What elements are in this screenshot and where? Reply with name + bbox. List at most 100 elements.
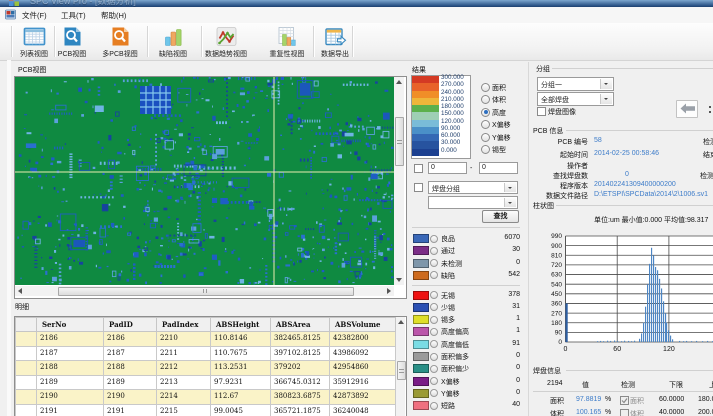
detail-table-row[interactable]: 21892189221397.9231366745.031235912916 xyxy=(16,375,396,390)
color-scale-label: 270.000 xyxy=(441,82,469,88)
detail-column-header[interactable]: ABSVolume xyxy=(330,318,396,332)
search-button[interactable]: 查找 xyxy=(482,210,519,223)
detail-vertical-scrollbar[interactable] xyxy=(396,317,405,416)
toolbar-button-5[interactable]: 数据趋势视图 xyxy=(196,25,256,59)
pcb-vertical-scrollbar[interactable] xyxy=(394,77,404,285)
histogram-title: 柱状图 xyxy=(533,201,554,211)
legend-swatch xyxy=(413,327,429,336)
scroll-right-arrow[interactable] xyxy=(387,288,391,294)
legend-separator xyxy=(412,285,520,286)
clipped-element-dot xyxy=(709,111,711,113)
scroll-up-arrow[interactable] xyxy=(396,80,402,84)
detail-cell: 36240048 xyxy=(330,404,396,416)
legend-radio[interactable] xyxy=(430,259,438,267)
legend-count: 0 xyxy=(480,259,520,266)
menu-tools[interactable]: 工具(T) xyxy=(61,10,86,21)
detail-cell: 112.67 xyxy=(211,390,271,405)
legend-swatch xyxy=(413,364,429,373)
svg-text:90: 90 xyxy=(555,330,563,337)
color-scale-band xyxy=(412,112,439,119)
scroll-thumb[interactable] xyxy=(395,117,404,166)
legend-radio[interactable] xyxy=(430,365,438,373)
pcb-horizontal-scrollbar[interactable] xyxy=(15,286,394,296)
legend-radio[interactable] xyxy=(430,247,438,255)
range-filter-checkbox[interactable] xyxy=(414,164,423,173)
svg-text:990: 990 xyxy=(551,233,562,240)
legend-label: 高度偏低 xyxy=(441,340,469,350)
range-from-input[interactable]: 0 xyxy=(428,162,467,174)
legend-radio[interactable] xyxy=(430,340,438,348)
svg-text:540: 540 xyxy=(551,281,562,288)
pad-group-checkbox[interactable] xyxy=(414,183,423,192)
detail-column-header[interactable]: ABSHeight xyxy=(211,318,271,332)
detail-table-row[interactable]: 219021902214112.67380823.687542873892 xyxy=(16,390,396,405)
scroll-down-arrow[interactable] xyxy=(396,278,402,282)
toolbar-separator xyxy=(54,26,56,57)
pcb-info-label: PCB 编号 xyxy=(480,137,588,147)
legend-count: 91 xyxy=(480,340,520,347)
detail-table-row[interactable]: 218721872211110.7675397102.812543986092 xyxy=(16,346,396,361)
result-radio-3[interactable] xyxy=(481,108,490,117)
pcb-info-title: PCB 信息 xyxy=(533,126,563,136)
result-radio-label: 体积 xyxy=(492,95,506,105)
prev-pcb-button[interactable] xyxy=(676,100,698,118)
histogram-line xyxy=(556,205,713,206)
detail-table-row[interactable]: 218821882212113.253137920242954860 xyxy=(16,361,396,376)
scroll-up-arrow[interactable] xyxy=(398,320,404,324)
pad-info-checkbox[interactable] xyxy=(620,396,629,405)
legend-radio[interactable] xyxy=(430,291,438,299)
pad-info-row-value: 100.165 xyxy=(576,409,601,416)
detail-column-header[interactable]: PadID xyxy=(104,318,157,332)
legend-radio[interactable] xyxy=(430,303,438,311)
pcb-info-value: 58 xyxy=(594,137,602,144)
clipped-element-dot xyxy=(709,106,711,108)
menu-file[interactable]: 文件(F) xyxy=(22,10,47,21)
detail-column-header[interactable]: ABSArea xyxy=(271,318,330,332)
legend-label: 高度偏高 xyxy=(441,327,469,337)
chevron-down-icon xyxy=(600,94,612,104)
legend-radio[interactable] xyxy=(430,328,438,336)
legend-radio[interactable] xyxy=(430,353,438,361)
pad-image-checkbox[interactable] xyxy=(537,107,546,116)
detail-cell: 2186 xyxy=(37,332,104,347)
legend-radio[interactable] xyxy=(430,377,438,385)
result-radio-4[interactable] xyxy=(481,120,490,129)
pcb-board-view[interactable] xyxy=(15,77,394,285)
toolbar-button-3[interactable]: 多PCB视图 xyxy=(90,25,150,59)
legend-radio[interactable] xyxy=(430,271,438,279)
detail-cell: 2214 xyxy=(157,390,211,405)
detail-cell: 380823.6875 xyxy=(271,390,330,405)
title-bar: SPC View Pro - [数据分析] xyxy=(0,0,713,7)
detail-column-header[interactable]: PadIndex xyxy=(157,318,211,332)
detail-table-row[interactable]: 21912191221599.0045365721.187536240048 xyxy=(16,404,396,416)
legend-radio[interactable] xyxy=(430,316,438,324)
scroll-thumb[interactable] xyxy=(397,361,406,380)
legend-radio[interactable] xyxy=(430,235,438,243)
legend-radio[interactable] xyxy=(430,402,438,410)
detail-cell: 365721.1875 xyxy=(271,404,330,416)
color-scale-band xyxy=(412,141,439,148)
legend-radio[interactable] xyxy=(430,389,438,397)
result-radio-2[interactable] xyxy=(481,95,490,104)
result-radio-1[interactable] xyxy=(481,83,490,92)
color-scale-label: 210.000 xyxy=(441,97,469,103)
detail-table-row[interactable]: 218621862210110.8146382465.812542382800 xyxy=(16,332,396,347)
legend-count: 378 xyxy=(480,291,520,298)
group-select-dropdown[interactable]: 分组一 xyxy=(537,77,614,91)
color-scale-band xyxy=(412,98,439,105)
scroll-left-arrow[interactable] xyxy=(18,288,22,294)
pad-info-checkbox[interactable] xyxy=(620,409,629,416)
detail-row-header xyxy=(16,375,37,390)
detail-column-header[interactable]: SerNo xyxy=(37,318,104,332)
pad-select-dropdown[interactable]: 全部焊盘 xyxy=(537,92,614,106)
scroll-thumb[interactable] xyxy=(58,287,354,296)
toolbar: 列表视图PCB视图多PCB视图缺陷视图数据趋势视图重复性视图数据导出 xyxy=(0,23,713,61)
pad-info-row-unit: % xyxy=(605,396,611,403)
menu-help[interactable]: 帮助(H) xyxy=(101,10,126,21)
detail-cell: 110.7675 xyxy=(211,346,271,361)
legend-label: 锡多 xyxy=(441,315,455,325)
detail-cell: 2186 xyxy=(104,332,157,347)
toolbar-button-4[interactable]: 缺陷视图 xyxy=(143,25,203,59)
histogram-stats: 单位:um 最小值:0.000 平均值:98.317 xyxy=(594,215,708,225)
pad-info-row-unit: % xyxy=(605,409,611,416)
